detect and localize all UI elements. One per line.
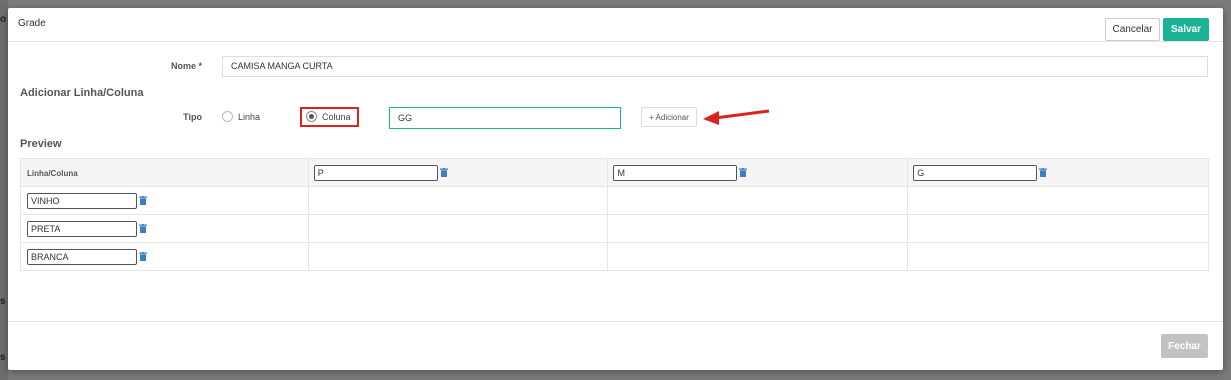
column-input[interactable]: P: [313, 164, 438, 181]
row-input[interactable]: PRETA: [27, 220, 137, 237]
arrow-annotation-icon: [703, 109, 770, 125]
row-input[interactable]: BRANCA: [27, 248, 137, 265]
preview-grid: Linha/Coluna P M G VINHO PRETA BRANCA: [20, 158, 1209, 271]
column-header: P: [307, 158, 609, 187]
modal-footer: [8, 321, 1223, 371]
add-button[interactable]: + Adicionar: [641, 107, 697, 127]
grid-cell: [607, 242, 909, 271]
grid-row: PRETA: [20, 214, 1209, 243]
background-text: s: [0, 296, 6, 307]
tipo-label: Tipo: [183, 112, 202, 122]
save-button[interactable]: Salvar: [1163, 18, 1209, 41]
background-text: o: [0, 14, 7, 25]
trash-icon[interactable]: [139, 196, 147, 205]
trash-icon[interactable]: [139, 252, 147, 261]
row-header: VINHO: [20, 186, 309, 215]
grid-cell: [907, 186, 1209, 215]
column-header: G: [907, 158, 1209, 187]
grid-cell: [607, 214, 909, 243]
grid-cell: [607, 186, 909, 215]
column-input[interactable]: G: [913, 164, 1038, 181]
nome-input[interactable]: CAMISA MANGA CURTA: [222, 56, 1208, 77]
grid-cell: [907, 242, 1209, 271]
grid-cell: [907, 214, 1209, 243]
grid-row: VINHO: [20, 186, 1209, 215]
nome-label: Nome *: [170, 61, 202, 71]
trash-icon[interactable]: [139, 224, 147, 233]
grid-row: BRANCA: [20, 242, 1209, 271]
cancel-button[interactable]: Cancelar: [1105, 18, 1160, 41]
column-input[interactable]: M: [613, 164, 738, 181]
grid-cell: [307, 186, 609, 215]
trash-icon[interactable]: [739, 168, 748, 177]
preview-title: Preview: [20, 138, 62, 150]
grade-modal: Grade Cancelar Salvar Nome * CAMISA MANG…: [8, 8, 1223, 370]
column-header: M: [607, 158, 909, 187]
row-header: BRANCA: [20, 242, 309, 271]
grid-header-row: Linha/Coluna P M G: [20, 158, 1209, 187]
radio-linha[interactable]: [222, 111, 233, 122]
modal-header: Grade: [8, 8, 1223, 42]
row-input[interactable]: VINHO: [27, 192, 137, 209]
trash-icon[interactable]: [1039, 168, 1048, 177]
grid-cell: [307, 242, 609, 271]
annotation-highlight-box: [300, 107, 359, 127]
background-text: s: [0, 352, 6, 363]
backdrop-edge: [0, 0, 8, 380]
grid-header-label: Linha/Coluna: [27, 168, 78, 178]
grid-cell: [307, 214, 609, 243]
modal-title: Grade: [18, 18, 46, 29]
radio-linha-label[interactable]: Linha: [238, 112, 260, 122]
row-header: PRETA: [20, 214, 309, 243]
close-button[interactable]: Fechar: [1161, 334, 1208, 358]
add-value-input[interactable]: GG: [389, 107, 621, 129]
grid-header-corner: Linha/Coluna: [20, 158, 309, 187]
trash-icon[interactable]: [439, 168, 448, 177]
add-section-title: Adicionar Linha/Coluna: [20, 87, 144, 99]
